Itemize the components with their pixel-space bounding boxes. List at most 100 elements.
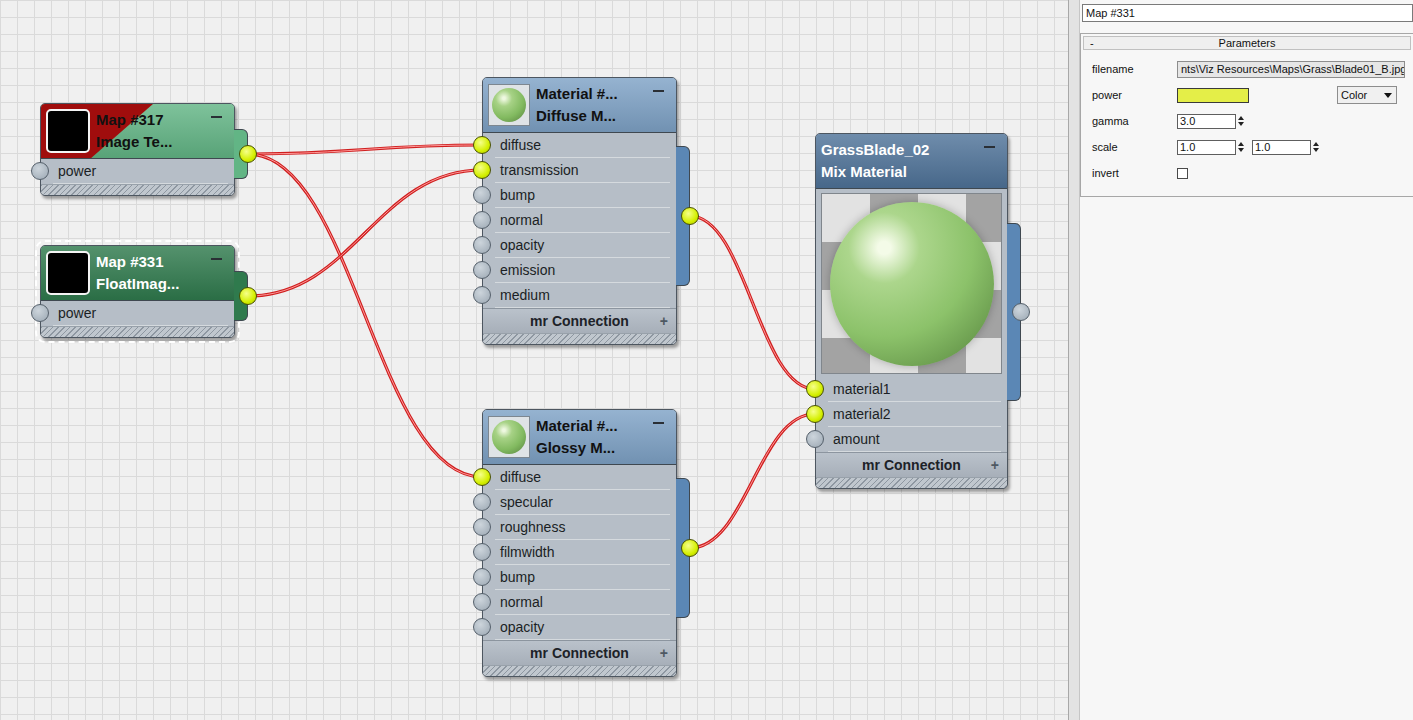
wire[interactable]: [248, 154, 482, 477]
minimize-icon[interactable]: [211, 116, 222, 118]
spinner-field[interactable]: 1.0: [1177, 140, 1236, 155]
output-type-dropdown[interactable]: Color: [1337, 86, 1397, 104]
input-slot[interactable]: normal: [495, 590, 670, 615]
input-socket[interactable]: [473, 518, 491, 536]
name-field[interactable]: Map #331: [1082, 4, 1413, 22]
input-slot[interactable]: diffuse: [495, 465, 670, 490]
input-slot[interactable]: power: [53, 159, 228, 184]
spinner-field[interactable]: 3.0: [1177, 114, 1236, 129]
node-header[interactable]: Map #317Image Te...: [41, 104, 234, 159]
spinner[interactable]: 1.0: [1252, 140, 1321, 155]
output-socket[interactable]: [681, 207, 699, 225]
input-socket[interactable]: [806, 405, 824, 423]
resize-grip[interactable]: [483, 665, 676, 676]
input-slot[interactable]: filmwidth: [495, 540, 670, 565]
node-title: Map #317Image Te...: [96, 109, 172, 153]
expand-button[interactable]: +: [660, 641, 668, 665]
minimize-icon[interactable]: [211, 258, 222, 260]
wire[interactable]: [690, 216, 815, 389]
input-socket[interactable]: [473, 211, 491, 229]
output-socket[interactable]: [1012, 303, 1030, 321]
invert-checkbox[interactable]: [1177, 168, 1188, 179]
color-swatch[interactable]: [1177, 88, 1249, 103]
output-socket[interactable]: [681, 539, 699, 557]
output-socket[interactable]: [239, 145, 257, 163]
minimize-icon[interactable]: [653, 422, 664, 424]
input-socket[interactable]: [806, 380, 824, 398]
slot-label: normal: [500, 210, 543, 231]
mr-connection-bar[interactable]: mr Connection+: [816, 452, 1007, 477]
down-arrow-icon[interactable]: [1238, 148, 1244, 152]
input-socket[interactable]: [31, 304, 49, 322]
spinner[interactable]: 3.0: [1177, 114, 1246, 129]
input-socket[interactable]: [806, 430, 824, 448]
down-arrow-icon[interactable]: [1313, 148, 1319, 152]
input-socket[interactable]: [473, 186, 491, 204]
input-socket[interactable]: [473, 136, 491, 154]
input-socket[interactable]: [473, 618, 491, 636]
input-socket[interactable]: [473, 236, 491, 254]
input-socket[interactable]: [473, 493, 491, 511]
mr-connection-bar[interactable]: mr Connection+: [483, 308, 676, 333]
input-socket[interactable]: [473, 568, 491, 586]
input-socket[interactable]: [31, 162, 49, 180]
material-node[interactable]: Material #...Glossy M...diffusespecularr…: [482, 409, 677, 677]
rollout-header[interactable]: -Parameters: [1083, 36, 1411, 50]
input-socket[interactable]: [473, 286, 491, 304]
panel-splitter[interactable]: [1068, 0, 1080, 720]
output-socket[interactable]: [239, 287, 257, 305]
spinner-arrows[interactable]: [1238, 142, 1246, 152]
wire[interactable]: [248, 145, 482, 154]
resize-grip[interactable]: [41, 326, 234, 337]
input-socket[interactable]: [473, 593, 491, 611]
map-node[interactable]: Map #331FloatImag...power: [40, 245, 235, 338]
input-slot[interactable]: material1: [828, 377, 1001, 402]
node-header[interactable]: GrassBlade_02Mix Material: [816, 134, 1007, 189]
node-header[interactable]: Material #...Glossy M...: [483, 410, 676, 465]
collapse-button[interactable]: -: [1090, 37, 1094, 49]
input-socket[interactable]: [473, 543, 491, 561]
minimize-icon[interactable]: [984, 146, 995, 148]
input-slot[interactable]: diffuse: [495, 133, 670, 158]
mr-connection-bar[interactable]: mr Connection+: [483, 640, 676, 665]
material-node[interactable]: Material #...Diffuse M...diffusetransmis…: [482, 77, 677, 345]
up-arrow-icon[interactable]: [1238, 116, 1244, 120]
input-slot[interactable]: opacity: [495, 615, 670, 640]
input-slot[interactable]: transmission: [495, 158, 670, 183]
wire[interactable]: [690, 414, 815, 548]
minimize-icon[interactable]: [653, 90, 664, 92]
input-slot[interactable]: specular: [495, 490, 670, 515]
resize-grip[interactable]: [41, 184, 234, 195]
spinner[interactable]: 1.0: [1177, 140, 1246, 155]
expand-button[interactable]: +: [660, 309, 668, 333]
node-header[interactable]: Map #331FloatImag...: [41, 246, 234, 301]
input-socket[interactable]: [473, 261, 491, 279]
input-slot[interactable]: opacity: [495, 233, 670, 258]
input-slot[interactable]: power: [53, 301, 228, 326]
input-slot[interactable]: roughness: [495, 515, 670, 540]
down-arrow-icon[interactable]: [1238, 122, 1244, 126]
map-node[interactable]: Map #317Image Te... power: [40, 103, 235, 196]
spinner-arrows[interactable]: [1238, 116, 1246, 126]
node-header[interactable]: Material #...Diffuse M...: [483, 78, 676, 133]
input-slot[interactable]: medium: [495, 283, 670, 308]
up-arrow-icon[interactable]: [1238, 142, 1244, 146]
input-slot[interactable]: bump: [495, 565, 670, 590]
input-slot[interactable]: bump: [495, 183, 670, 208]
input-slot[interactable]: amount: [828, 427, 1001, 452]
resize-grip[interactable]: [483, 333, 676, 344]
mix-node[interactable]: GrassBlade_02Mix Material material1materi…: [815, 133, 1008, 489]
input-slot[interactable]: normal: [495, 208, 670, 233]
filename-button[interactable]: nts\Viz Resources\Maps\Grass\Blade01_B.j…: [1177, 61, 1405, 78]
input-socket[interactable]: [473, 161, 491, 179]
node-canvas[interactable]: Map #317Image Te...powerMap #331FloatIma…: [0, 0, 1068, 720]
input-socket[interactable]: [473, 468, 491, 486]
expand-button[interactable]: +: [991, 453, 999, 477]
input-slot[interactable]: emission: [495, 258, 670, 283]
up-arrow-icon[interactable]: [1313, 142, 1319, 146]
resize-grip[interactable]: [816, 477, 1007, 488]
input-slot[interactable]: material2: [828, 402, 1001, 427]
wire[interactable]: [248, 170, 482, 296]
spinner-field[interactable]: 1.0: [1252, 140, 1311, 155]
spinner-arrows[interactable]: [1313, 142, 1321, 152]
